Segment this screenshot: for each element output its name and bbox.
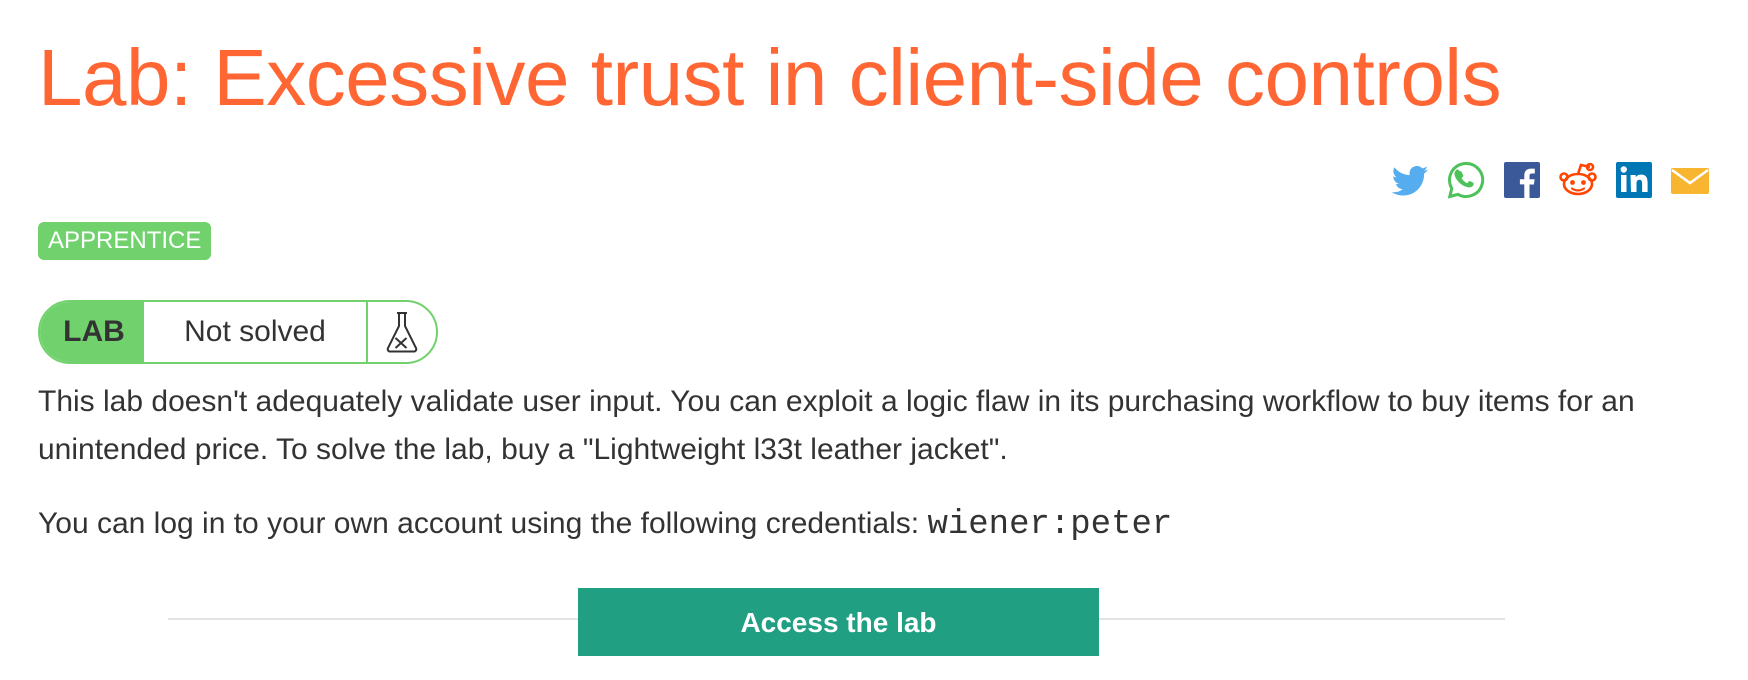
email-icon[interactable] [1670,160,1710,200]
page-title: Lab: Excessive trust in client-side cont… [38,33,1502,122]
lab-page: Lab: Excessive trust in client-side cont… [38,0,1710,680]
whatsapp-icon[interactable] [1446,160,1486,200]
access-lab-button[interactable]: Access the lab [578,588,1099,656]
reddit-icon[interactable] [1558,160,1598,200]
lab-description: This lab doesn't adequately validate use… [38,385,1635,466]
lab-status-widget: LAB Not solved [38,300,438,364]
share-icons [1390,160,1710,200]
lab-status-text: Not solved [144,302,368,362]
linkedin-icon[interactable] [1614,160,1654,200]
credentials-value: wiener:peter [927,506,1173,544]
flask-icon [368,302,436,362]
credentials-text: You can log in to your own account using… [38,507,928,540]
twitter-icon[interactable] [1390,160,1430,200]
credentials-line: You can log in to your own account using… [38,500,1172,549]
level-badge: APPRENTICE [38,222,212,260]
lab-tag: LAB [40,302,144,362]
facebook-icon[interactable] [1502,160,1542,200]
